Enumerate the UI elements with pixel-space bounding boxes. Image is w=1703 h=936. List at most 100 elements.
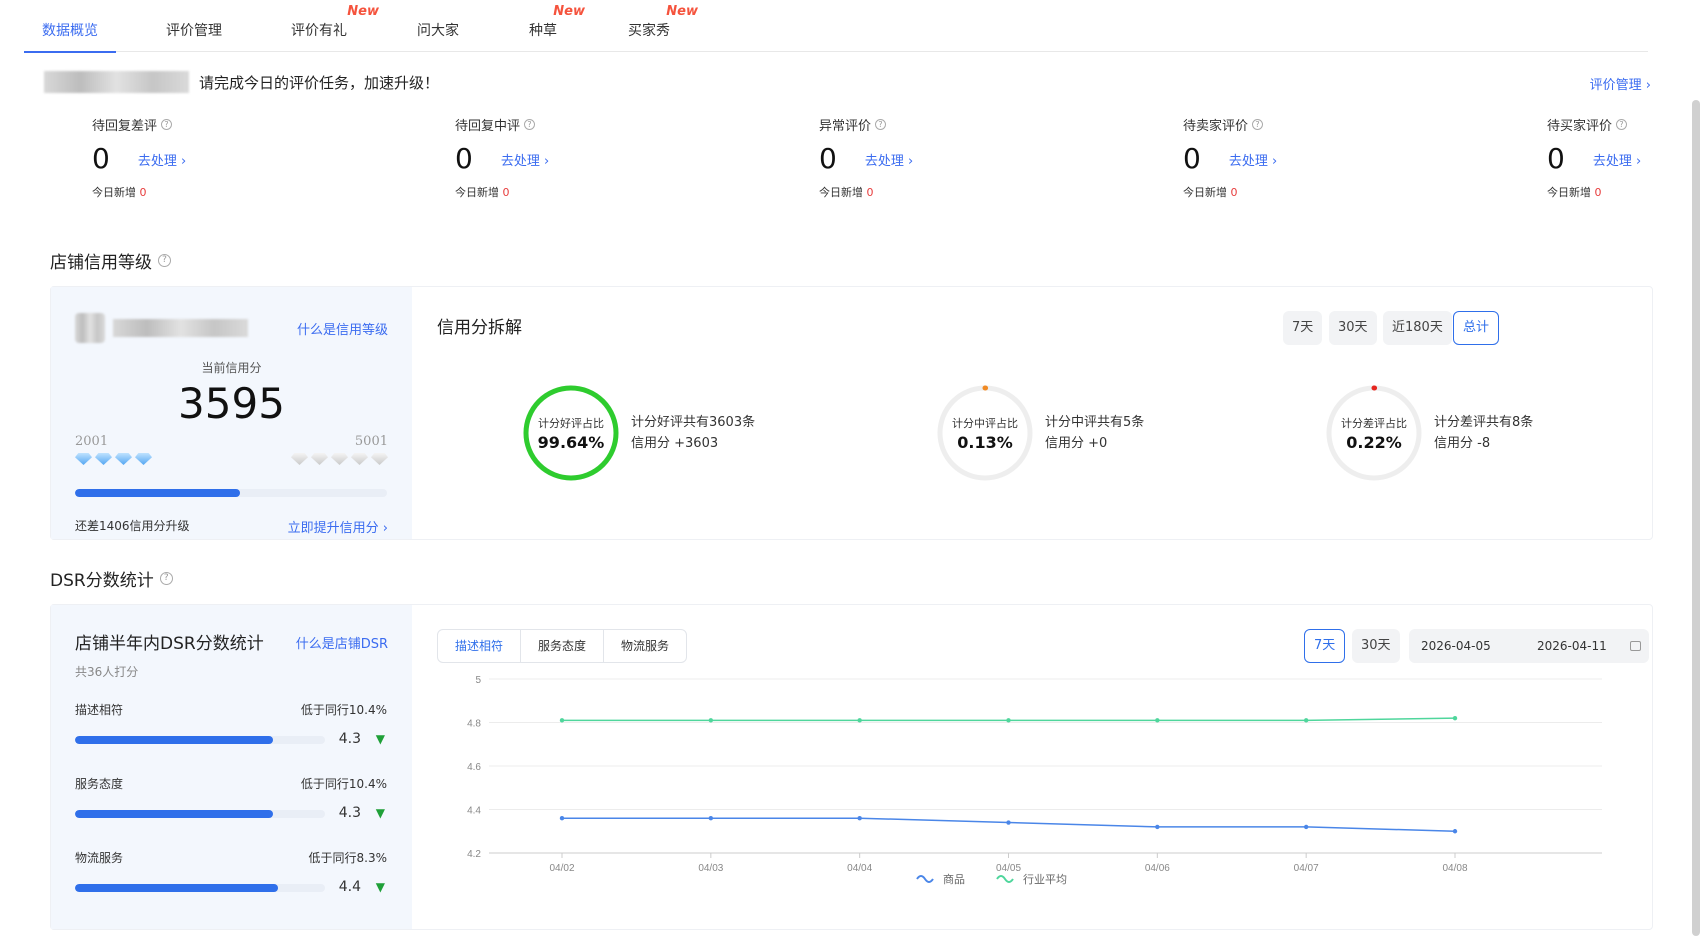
data-point — [559, 718, 565, 723]
tab-ask-everyone[interactable]: 问大家 — [417, 10, 459, 52]
credit-decomposition-title: 信用分拆解 — [437, 318, 522, 338]
down-arrow-icon: ▼ — [375, 806, 385, 820]
diamond-icon — [351, 453, 368, 465]
tab-logistics[interactable]: 物流服务 — [603, 630, 686, 662]
credit-progress-fill — [75, 489, 241, 497]
stat-abnormal: 异常评价? 0 去处理 › 今日新增 0 — [819, 119, 914, 199]
diamond-icon — [95, 453, 112, 465]
dsr-score-bar — [75, 736, 325, 744]
period-total-button[interactable]: 总计 — [1453, 311, 1500, 345]
dsr-section-title: DSR分数统计? — [50, 566, 173, 591]
legend-swatch — [916, 875, 934, 883]
data-point — [708, 816, 714, 821]
process-link[interactable]: 去处理 › — [501, 150, 549, 169]
blurred-shop-name — [113, 319, 248, 337]
legend-label: 商品 — [943, 872, 965, 886]
avatar — [75, 313, 105, 343]
x-tick-label: 04/08 — [1442, 863, 1467, 874]
range-min: 2001 — [75, 434, 109, 449]
data-point — [1155, 718, 1160, 723]
help-icon[interactable]: ? — [524, 119, 536, 130]
data-point — [1155, 824, 1160, 830]
top-tab-bar: 数据概览 评价管理 评价有礼 New 问大家 种草 New 买家秀 New — [24, 4, 1648, 53]
current-credit-label: 当前信用分 — [201, 361, 262, 375]
tab-description[interactable]: 描述相符 — [438, 630, 520, 662]
stat-pending-buyer: 待买家评价? 0 去处理 › 今日新增 0 — [1547, 119, 1642, 199]
task-notice: 请完成今日的评价任务，加速升级！ — [44, 70, 439, 94]
period-7d-button[interactable]: 7天 — [1283, 311, 1323, 345]
dsr-score-fill — [75, 736, 273, 744]
dsr-panel: 店铺半年内DSR分数统计 什么是店铺DSR 共36人打分 描述相符 低于同行10.… — [50, 604, 1653, 930]
help-icon[interactable]: ? — [161, 119, 173, 130]
credit-panel: 什么是信用等级 当前信用分 3595 2001 5001 还差1406信用分升级… — [50, 286, 1653, 540]
review-management-link[interactable]: 评价管理 › — [1590, 74, 1651, 93]
negative-review-ratio: 计分差评占比 0.22% 计分差评共有8条 信用分 -8 — [1326, 385, 1533, 481]
down-arrow-icon: ▼ — [375, 732, 385, 746]
legend-label: 行业平均 — [1023, 873, 1067, 886]
neutral-review-ratio: 计分中评占比 0.13% 计分中评共有5条 信用分 +0 — [937, 385, 1144, 481]
diamond-icon — [291, 453, 308, 465]
neutral-ratio-ring: 计分中评占比 0.13% — [937, 385, 1033, 481]
data-point — [1006, 820, 1011, 825]
date-range-picker[interactable]: 2026-04-05 2026-04-11 — [1409, 629, 1649, 663]
good-review-ratio: 计分好评占比 99.64% 计分好评共有3603条 信用分 +3603 — [523, 385, 755, 481]
what-is-credit-link[interactable]: 什么是信用等级 — [297, 319, 388, 338]
date-end: 2026-04-11 — [1537, 639, 1607, 653]
data-point — [1303, 824, 1309, 830]
negative-ratio-ring: 计分差评占比 0.22% — [1326, 385, 1422, 481]
tab-buyer-show[interactable]: 买家秀 New — [628, 4, 698, 52]
diamond-icon — [135, 453, 152, 465]
dsr-item-logistics: 物流服务 低于同行8.3% 4.4 ▼ — [75, 851, 387, 895]
y-tick-label: 4.8 — [467, 719, 481, 730]
stat-pending-negative: 待回复差评? 0 去处理 › 今日新增 0 — [92, 119, 187, 199]
new-badge: New — [347, 4, 379, 19]
x-tick-label: 04/04 — [847, 863, 872, 874]
data-point — [1452, 715, 1458, 721]
dsr-period-30d-button[interactable]: 30天 — [1352, 629, 1400, 663]
dsr-score-bar — [75, 810, 325, 818]
x-tick-label: 04/05 — [996, 863, 1021, 874]
new-badge: New — [553, 4, 585, 19]
date-start: 2026-04-05 — [1421, 639, 1491, 653]
dsr-item-service: 服务态度 低于同行10.4% 4.3 ▼ — [75, 777, 387, 821]
rating-count: 共36人打分 — [75, 665, 139, 679]
data-point — [708, 718, 714, 723]
dsr-period-7d-button[interactable]: 7天 — [1304, 629, 1346, 663]
legend-swatch — [996, 875, 1014, 883]
credit-gap-text: 还差1406信用分升级 — [75, 519, 190, 533]
x-tick-label: 04/07 — [1294, 863, 1319, 874]
period-180d-button[interactable]: 近180天 — [1383, 311, 1452, 345]
tab-data-overview[interactable]: 数据概览 — [24, 10, 116, 53]
data-point — [857, 718, 862, 723]
period-30d-button[interactable]: 30天 — [1329, 311, 1377, 345]
process-link[interactable]: 去处理 › — [138, 150, 186, 169]
diamond-icon — [371, 453, 388, 465]
data-point — [1303, 718, 1309, 723]
diamond-icon — [311, 453, 328, 465]
help-icon[interactable]: ? — [159, 572, 173, 585]
x-tick-label: 04/06 — [1145, 863, 1170, 874]
help-icon[interactable]: ? — [1616, 119, 1628, 130]
page-scrollbar[interactable] — [1692, 100, 1700, 936]
process-link[interactable]: 去处理 › — [1229, 150, 1277, 169]
what-is-dsr-link[interactable]: 什么是店铺DSR — [296, 633, 388, 652]
help-icon[interactable]: ? — [1252, 119, 1264, 130]
y-tick-label: 4.2 — [467, 849, 481, 860]
process-link[interactable]: 去处理 › — [1593, 150, 1641, 169]
notice-text: 请完成今日的评价任务，加速升级！ — [199, 73, 440, 92]
help-icon[interactable]: ? — [875, 119, 887, 130]
x-tick-label: 04/02 — [549, 863, 574, 874]
help-icon[interactable]: ? — [158, 254, 171, 267]
down-arrow-icon: ▼ — [375, 880, 385, 894]
process-link[interactable]: 去处理 › — [865, 150, 913, 169]
diamond-icon — [331, 453, 348, 465]
tab-review-gift[interactable]: 评价有礼 New — [291, 4, 379, 52]
tab-seeding[interactable]: 种草 New — [529, 4, 585, 52]
tab-review-management[interactable]: 评价管理 — [166, 10, 222, 52]
data-point — [1006, 718, 1011, 723]
tab-service[interactable]: 服务态度 — [520, 630, 603, 662]
shop-identity — [75, 313, 248, 343]
diamond-icon — [75, 453, 92, 465]
credit-summary: 什么是信用等级 当前信用分 3595 2001 5001 还差1406信用分升级… — [51, 287, 412, 539]
upgrade-credit-link[interactable]: 立即提升信用分 › — [288, 517, 388, 536]
